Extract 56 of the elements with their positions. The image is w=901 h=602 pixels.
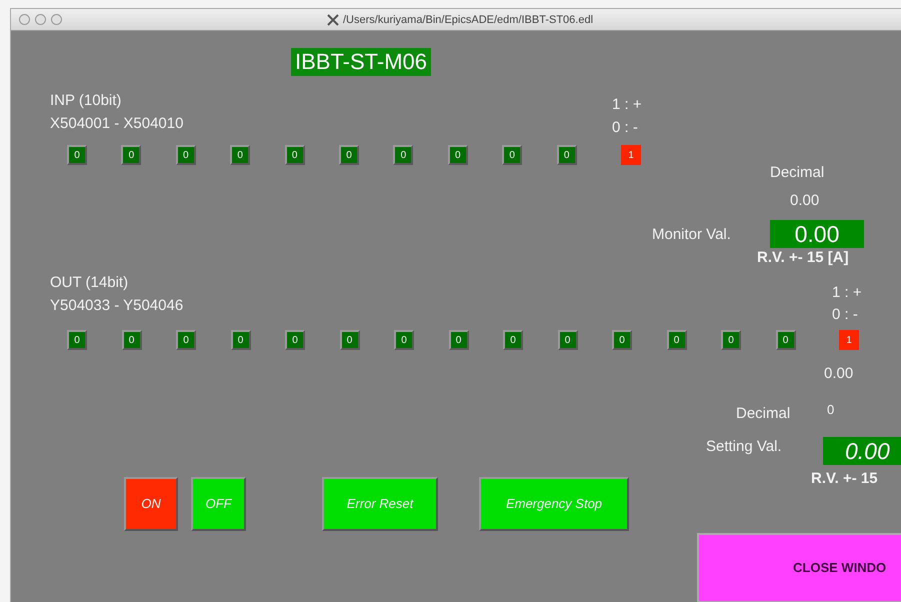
- address-range: Y504033 - Y504046: [50, 297, 184, 314]
- legend-text: 0 : -: [612, 119, 638, 136]
- display-title: IBBT-ST-M06: [291, 48, 432, 76]
- close-window-icon[interactable]: [19, 14, 30, 25]
- legend-text: 0 : -: [832, 306, 858, 324]
- monitor-value: 0.00: [770, 220, 864, 248]
- decimal-label: Decimal: [736, 405, 790, 422]
- decimal-value: 0.00: [790, 192, 820, 210]
- close-window-button[interactable]: CLOSE WINDO: [697, 533, 901, 602]
- range-note: R.V. +- 15: [811, 470, 878, 488]
- bit-indicator: 0: [393, 145, 414, 165]
- minimize-window-icon[interactable]: [35, 14, 46, 25]
- bit-indicator: 0: [502, 145, 522, 165]
- bit-indicator: 0: [176, 330, 196, 350]
- x-logo-icon: [327, 14, 339, 26]
- command-button[interactable]: Emergency Stop: [479, 477, 629, 531]
- bit-indicator: 0: [67, 330, 87, 350]
- monitor-label: Monitor Val.: [652, 226, 731, 244]
- command-button[interactable]: Error Reset: [322, 477, 438, 531]
- bit-indicator: 0: [122, 330, 142, 350]
- legend-text: 1 : +: [612, 96, 642, 114]
- command-button[interactable]: OFF: [191, 477, 246, 531]
- decimal-value: 0: [827, 403, 834, 418]
- bit-indicator: 0: [121, 145, 142, 165]
- section-label: OUT (14bit): [50, 274, 128, 292]
- bit-indicator: 0: [503, 330, 523, 350]
- bit-indicator: 0: [230, 145, 250, 165]
- zoom-window-icon[interactable]: [51, 14, 62, 25]
- decimal-label: Decimal: [770, 164, 824, 182]
- section-label: INP (10bit): [50, 92, 122, 110]
- bit-indicator: 0: [556, 145, 577, 165]
- bit-indicator: 0: [448, 330, 468, 350]
- bit-indicator: 0: [558, 330, 578, 350]
- bit-indicator: 0: [612, 330, 632, 350]
- range-note: R.V. +- 15 [A]: [757, 249, 849, 266]
- bit-indicator: 0: [394, 330, 414, 350]
- window-title: /Users/kuriyama/Bin/EpicsADE/edm/IBBT-ST06.edl: [343, 13, 594, 28]
- command-button[interactable]: ON: [124, 477, 178, 531]
- bit-indicator: 0: [176, 145, 196, 165]
- bit-indicator: 0: [285, 330, 305, 350]
- address-range: X504001 - X504010: [50, 115, 184, 132]
- bit-indicator: 0: [776, 330, 796, 350]
- bit-indicator: 1: [621, 145, 641, 165]
- bit-indicator: 0: [339, 145, 359, 165]
- bit-indicator: 0: [448, 145, 468, 165]
- bit-indicator: 0: [67, 145, 87, 165]
- bit-indicator: 0: [666, 330, 686, 350]
- bit-indicator: 1: [839, 330, 859, 350]
- output-value: 0.00: [824, 365, 854, 382]
- setting-value: 0.00: [823, 437, 901, 465]
- bit-indicator: 0: [230, 330, 250, 350]
- bit-indicator: 0: [721, 330, 741, 350]
- setting-label: Setting Val.: [706, 438, 782, 456]
- bit-indicator: 0: [284, 145, 305, 165]
- legend-text: 1 : +: [832, 284, 862, 302]
- bit-indicator: 0: [340, 330, 360, 350]
